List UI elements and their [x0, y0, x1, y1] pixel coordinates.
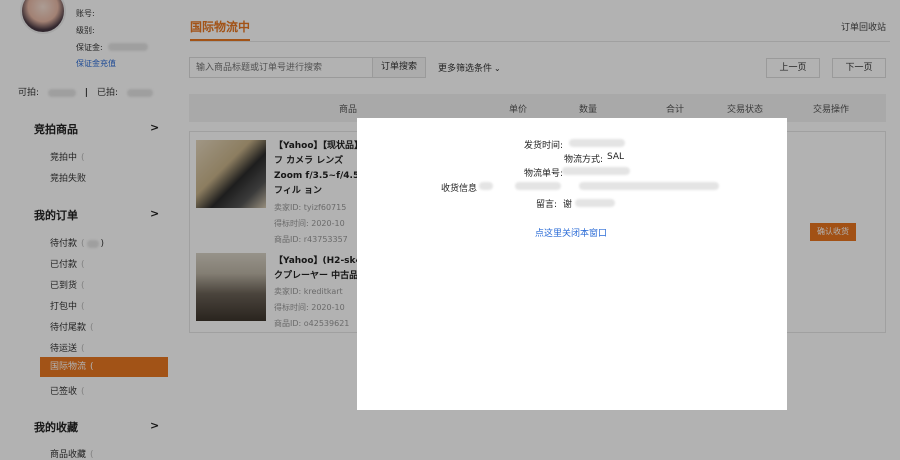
redacted-ship-time: [569, 139, 625, 147]
comment-value: 谢: [563, 200, 573, 210]
redacted-comment: [575, 199, 615, 207]
ship-time-label: 发货时间:: [523, 141, 563, 151]
redacted-address: [479, 182, 493, 190]
redacted-address: [515, 182, 561, 190]
shipping-method-value: SAL: [607, 152, 625, 162]
shipping-address-label: 收货信息: [440, 184, 477, 194]
tracking-number-label: 物流单号:: [523, 169, 563, 179]
redacted-tracking-number: [562, 167, 630, 175]
shipping-method-label: 物流方式:: [563, 155, 603, 165]
redacted-address: [579, 182, 719, 190]
close-window-link[interactable]: 点这里关闭本窗口: [535, 226, 607, 239]
comment-label: 留言:: [535, 200, 557, 210]
logistics-info-modal: 发货时间: 物流方式: SAL 物流单号: 收货信息 留言: 谢 点这里关闭本窗…: [357, 118, 787, 410]
